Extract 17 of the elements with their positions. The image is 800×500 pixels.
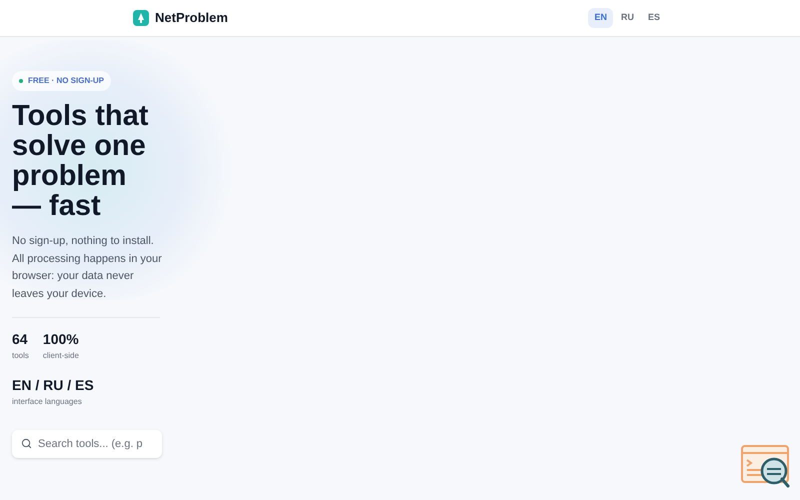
stat-value: 100%: [42, 330, 79, 348]
stat-label: client-side: [42, 350, 79, 362]
stat-value: EN / RU / ES: [12, 376, 95, 394]
search-field[interactable]: Search tools... (e.g. p: [12, 430, 162, 458]
language-tab[interactable]: EN: [588, 8, 613, 28]
stat-label: interface languages: [12, 396, 83, 408]
search-icon: [21, 438, 32, 449]
brand-name: NetProblem: [155, 9, 228, 28]
language-tab[interactable]: ES: [642, 8, 666, 28]
browser-search-drawing: [741, 445, 791, 489]
stat-value: 64: [12, 330, 29, 348]
language-tab[interactable]: RU: [614, 8, 640, 28]
hero-title: Tools that solve one problem — fast: [12, 101, 150, 221]
badge-text: FREE · NO SIGN-UP: [28, 75, 104, 87]
logo-icon: [133, 10, 149, 26]
hero-description: No sign-up, nothing to install. All processing happens in your browser: your data never leaves your device.: [12, 234, 162, 302]
stat-label: tools: [12, 350, 29, 362]
